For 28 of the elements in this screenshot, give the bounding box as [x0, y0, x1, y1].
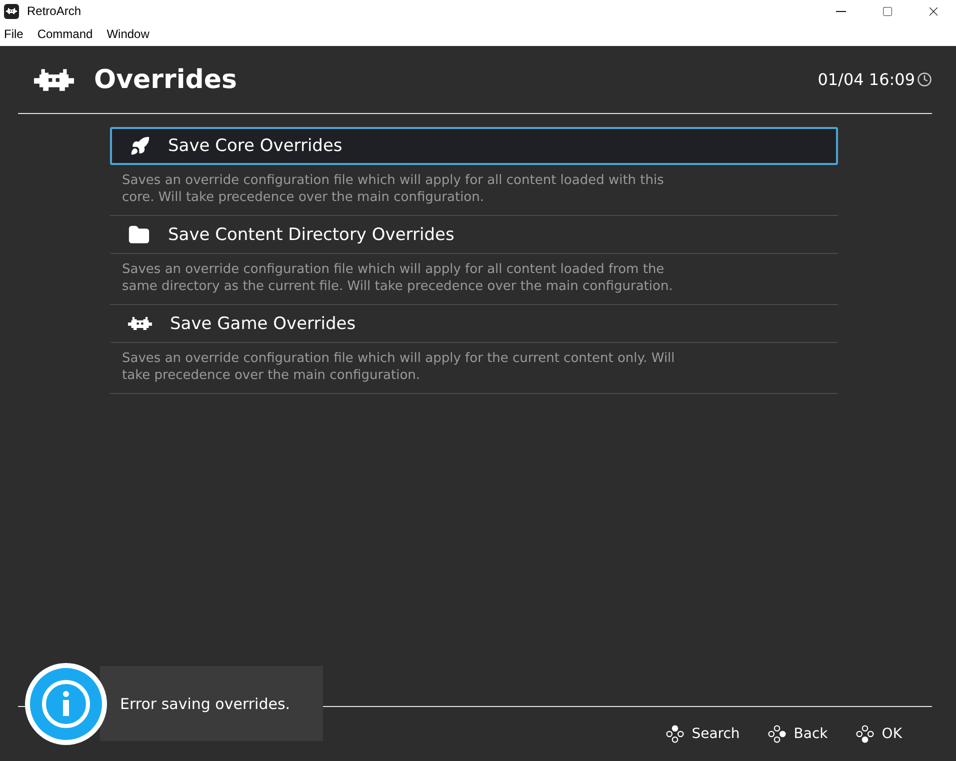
menu-entry[interactable]: Save Game Overrides	[110, 305, 838, 343]
minimize-icon	[836, 10, 846, 12]
maximize-icon	[882, 6, 892, 16]
clock-text: 01/04 16:09	[818, 70, 915, 89]
menu-entry[interactable]: Save Core Overrides	[110, 127, 838, 165]
toast-message: Error saving overrides.	[120, 694, 290, 712]
entry-description: Saves an override configuration file which will apply for all content loaded from the same directory as the current file. Will take precedence over the main configuration.	[121, 261, 674, 296]
folder-icon	[128, 224, 150, 246]
invader-logo-icon	[34, 68, 74, 90]
gamepad-buttons-icon	[666, 725, 684, 743]
invader-icon	[6, 8, 17, 14]
clock-icon	[917, 72, 932, 87]
gamepad-buttons-icon	[856, 725, 874, 743]
menu-item[interactable]: Window	[102, 27, 156, 41]
entry-description: Saves an override configuration file which will apply for the current content only. Will take precedence over the main configuration.	[121, 350, 676, 385]
invader-icon	[128, 316, 152, 330]
info-icon	[24, 662, 108, 746]
gamepad-buttons-icon	[768, 725, 786, 743]
footer-action[interactable]: Search	[666, 725, 740, 743]
rocket-icon	[130, 136, 150, 156]
footer-action[interactable]: OK	[856, 725, 902, 743]
window-title: RetroArch	[27, 4, 82, 18]
footer-action[interactable]: Back	[768, 725, 828, 743]
menu-item[interactable]: Command	[33, 27, 100, 41]
page-title: Overrides	[94, 64, 238, 94]
menu-entry[interactable]: Save Content Directory Overrides	[110, 216, 838, 254]
entry-description: Saves an override configuration file which will apply for all content loaded with this core. Will take precedence over the main configuration.	[121, 172, 665, 207]
menu-item[interactable]: File	[0, 27, 30, 41]
